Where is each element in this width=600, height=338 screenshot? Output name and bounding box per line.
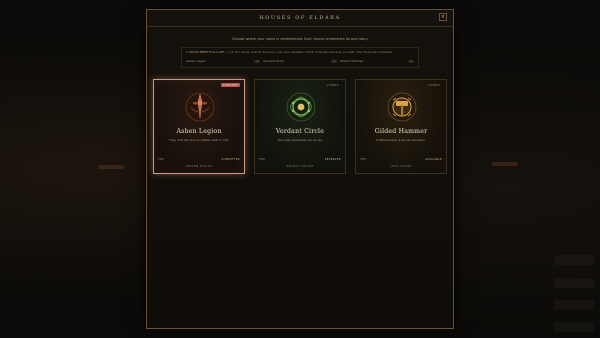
ashen-sword-emblem-icon [185,92,215,122]
reputation-item: Ashen Legion 0 [186,59,260,63]
reputation-name: Gilded Hammer [340,59,364,63]
modal-intro: Choose where your name is remembered. Ea… [231,37,369,41]
reputation-value: 0 [331,59,337,63]
house-card-ashen-legion[interactable]: CURRENT Ashen Legion They hold the line … [153,79,245,174]
house-benefit-notice: A HOUSE BENEFIT IS A GIFT — join the hou… [181,47,419,68]
notice-text: A HOUSE BENEFIT IS A GIFT — join the hou… [186,50,414,54]
reputation-item: Verdant Circle 0 [263,59,337,63]
close-button[interactable]: × [439,13,447,21]
house-action-button[interactable]: SWITCH HOUSE [255,165,345,168]
house-name: Gilded Hammer [374,128,428,135]
house-badge: JOINED [327,83,339,87]
house-description: They hold the line no matter what it cos… [168,138,229,142]
notice-body: — join the house, it lends its favour, a… [224,50,394,54]
reputation-list: Ashen Legion 0 Verdant Circle 0 Gilded H… [186,59,414,63]
modal-title: HOUSES OF ELDARA [259,15,341,21]
house-tier-row: TIER · · · · AVAILABLE [360,158,442,161]
house-action-button[interactable]: JOIN HOUSE [356,165,446,168]
reputation-value: 0 [408,59,414,63]
backdrop-ember [492,162,518,166]
close-icon: × [440,14,446,20]
house-card-verdant-circle[interactable]: JOINED Verdant Circle The roots remember… [254,79,346,174]
house-card-list: CURRENT Ashen Legion They hold the line … [153,79,449,175]
backdrop-ember [98,165,124,169]
house-tier-row: TIER · · · · COMMITTED [158,158,240,161]
house-tier-row: TIER · · · · RESERVED [259,158,341,161]
verdant-wreath-emblem-icon [286,92,316,122]
backdrop-panel [554,255,594,265]
house-card-gilded-hammer[interactable]: JOINED Gilded Hammer Craftsmanship is it… [355,79,447,174]
notice-lead: A HOUSE BENEFIT IS A GIFT [186,50,225,54]
house-name: Verdant Circle [275,128,325,135]
reputation-item: Gilded Hammer 0 [340,59,414,63]
house-status: RESERVED [324,158,341,161]
house-action: SWORN HOUSE [185,165,213,168]
modal-header: HOUSES OF ELDARA × [147,10,453,27]
gilded-hammer-emblem-icon [387,92,417,122]
reputation-name: Verdant Circle [263,59,285,63]
tier-label: TIER [259,158,265,161]
house-status: COMMITTED [221,158,240,161]
house-description: The roots remember. So do we. [277,138,323,142]
tier-pips: · · · · [291,158,298,161]
backdrop-panel [554,322,594,332]
tier-pips: · · · · [392,158,399,161]
house-description: Craftsmanship is its own devotion. [376,138,426,142]
backdrop-panel [554,278,594,288]
tier-label: TIER [360,158,366,161]
house-name: Ashen Legion [176,128,222,135]
reputation-name: Ashen Legion [186,59,207,63]
backdrop-panel [554,300,594,310]
house-status: AVAILABLE [425,158,442,161]
tier-pips: · · · · [189,158,196,161]
houses-modal: HOUSES OF ELDARA × Choose where your nam… [146,9,454,329]
reputation-value: 0 [254,59,260,63]
current-house-badge: CURRENT [220,83,240,87]
house-badge: JOINED [428,83,440,87]
tier-label: TIER [158,158,164,161]
